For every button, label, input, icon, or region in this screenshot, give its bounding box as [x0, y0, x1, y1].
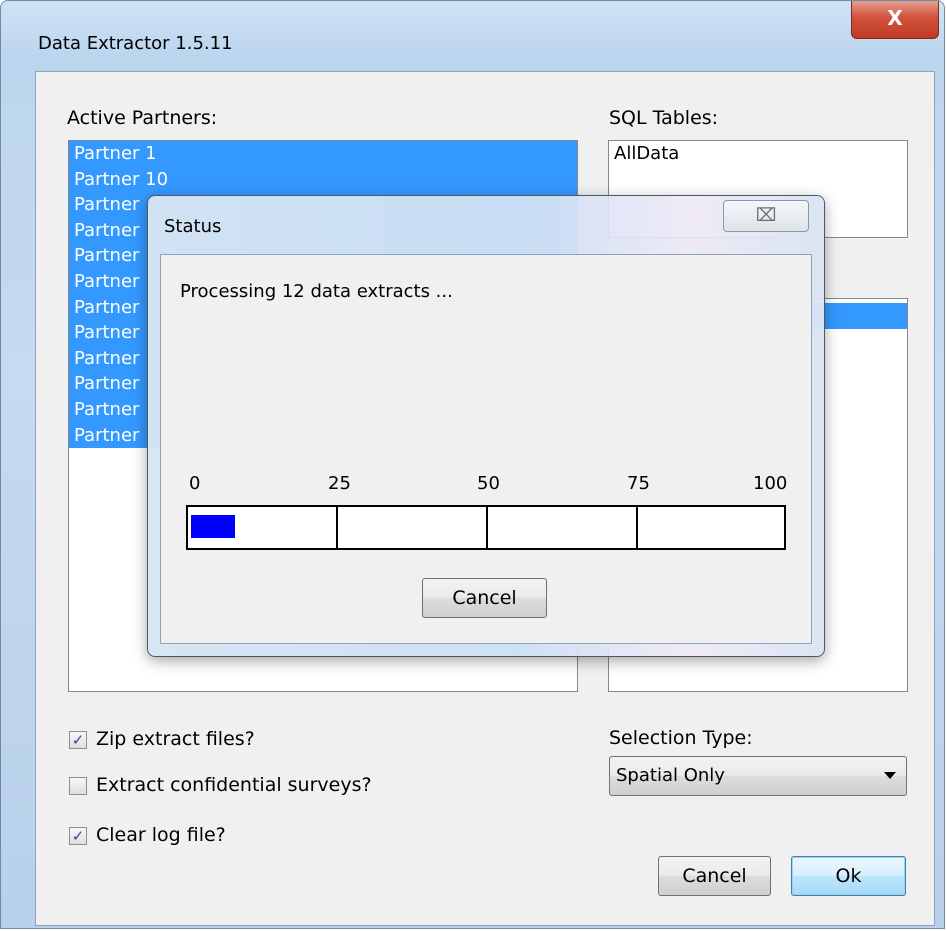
status-cancel-button[interactable]: Cancel	[422, 578, 547, 618]
cancel-button[interactable]: Cancel	[658, 856, 771, 896]
progress-tick-50: 50	[477, 473, 500, 494]
clear-log-checkbox[interactable]: ✓	[69, 827, 87, 845]
progress-tick-75: 75	[627, 473, 650, 494]
zip-checkbox-label: Zip extract files?	[96, 728, 255, 750]
close-icon: X	[887, 6, 903, 30]
status-dialog-title: Status	[164, 216, 222, 237]
ok-button[interactable]: Ok	[791, 856, 906, 896]
progress-tick-0: 0	[189, 473, 201, 494]
progress-divider	[486, 507, 488, 548]
sql-tables-label: SQL Tables:	[609, 107, 719, 129]
partner-list-item[interactable]: Partner 10	[69, 166, 577, 193]
active-partners-label: Active Partners:	[67, 107, 218, 129]
progress-fill	[191, 515, 235, 538]
selection-type-dropdown[interactable]: Spatial Only	[609, 756, 907, 796]
chevron-down-icon	[884, 772, 896, 779]
status-close-button[interactable]: ⌧	[723, 200, 809, 232]
selection-type-label: Selection Type:	[609, 727, 753, 749]
progress-bar	[186, 505, 786, 550]
sql-table-list-item[interactable]: AllData	[609, 141, 907, 167]
progress-tick-100: 100	[753, 473, 788, 494]
check-icon: ✓	[71, 731, 85, 749]
progress-divider	[336, 507, 338, 548]
progress-tick-25: 25	[328, 473, 351, 494]
check-icon: ✓	[71, 827, 85, 845]
clear-log-checkbox-label: Clear log file?	[96, 824, 226, 846]
progress-divider	[636, 507, 638, 548]
status-message: Processing 12 data extracts ...	[180, 281, 453, 302]
close-icon: ⌧	[755, 205, 777, 226]
status-dialog: Status ⌧ Processing 12 data extracts ...…	[147, 195, 825, 657]
selection-type-value: Spatial Only	[616, 765, 725, 786]
status-dialog-client: Processing 12 data extracts ... 0 25 50 …	[160, 254, 812, 644]
window-title: Data Extractor 1.5.11	[38, 33, 233, 54]
confidential-checkbox[interactable]	[69, 777, 87, 795]
window-close-button[interactable]: X	[851, 1, 939, 39]
partner-list-item[interactable]: Partner 1	[69, 141, 577, 167]
zip-checkbox[interactable]: ✓	[69, 731, 87, 749]
confidential-checkbox-label: Extract confidential surveys?	[96, 774, 372, 796]
